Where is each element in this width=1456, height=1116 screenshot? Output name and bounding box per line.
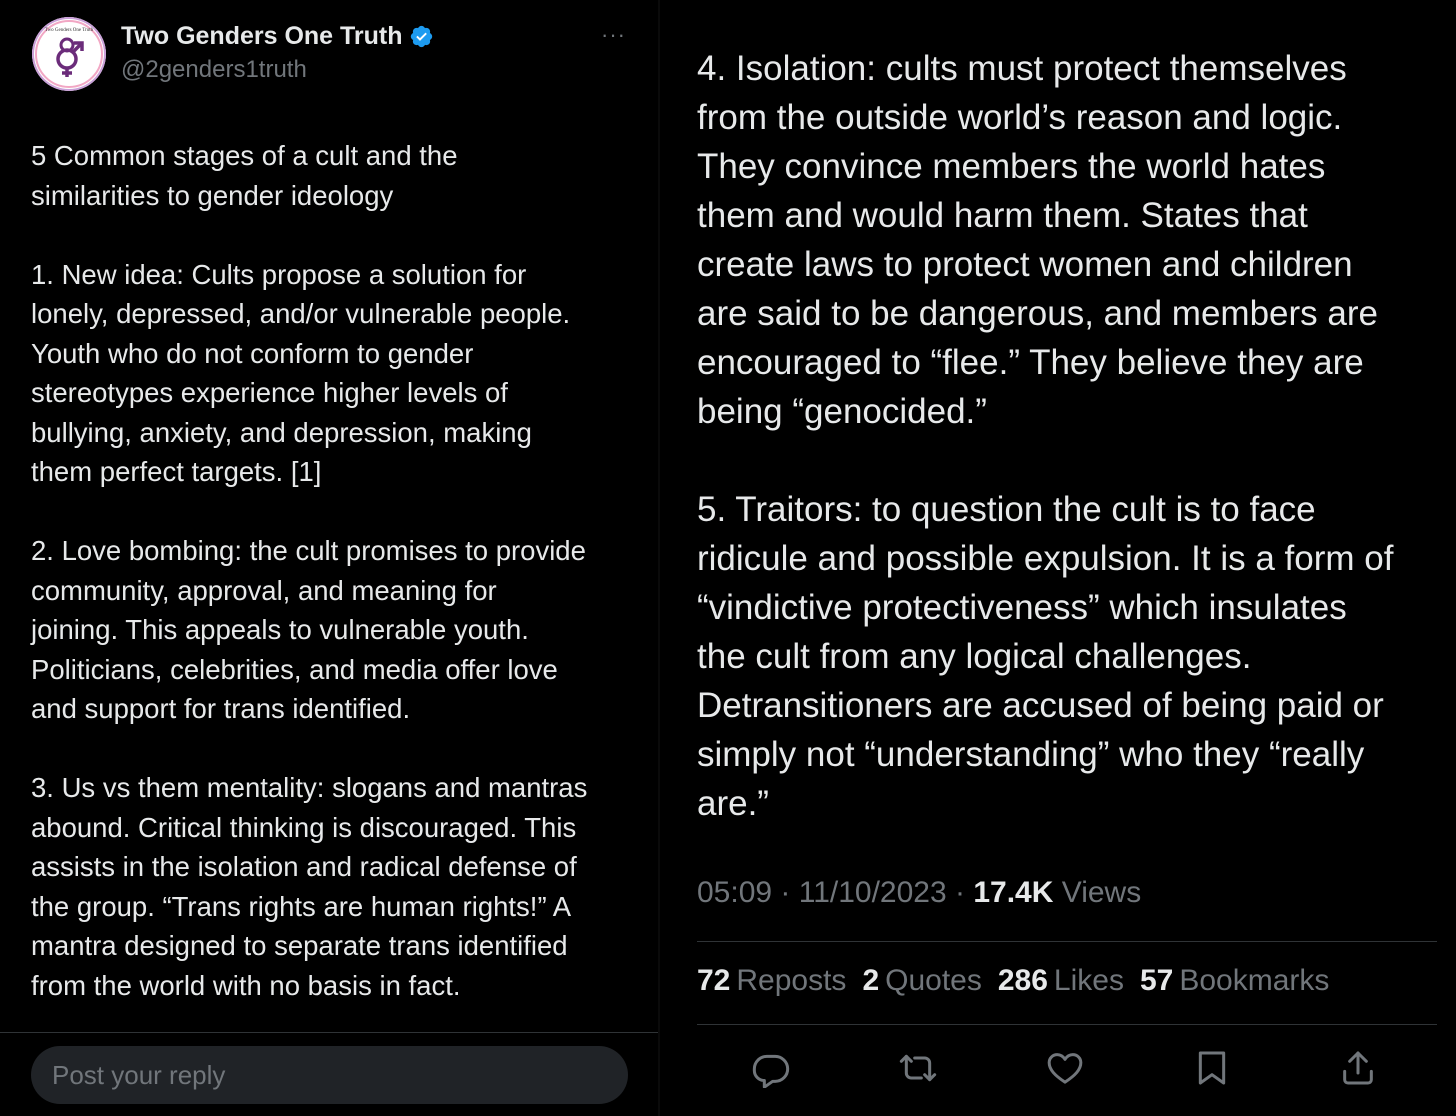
tweet-text-part-2: 4. Isolation: cults must protect themsel…: [697, 49, 1394, 823]
meta-separator: ·: [946, 876, 974, 909]
reply-input[interactable]: [50, 1058, 614, 1092]
display-name-text[interactable]: Two Genders One Truth: [121, 22, 403, 51]
share-button[interactable]: [1336, 1046, 1380, 1090]
bookmarks-label: Bookmarks: [1179, 964, 1330, 997]
bookmarks-stat[interactable]: 57 Bookmarks: [1140, 964, 1329, 998]
like-button[interactable]: [1043, 1046, 1087, 1090]
reply-button[interactable]: [749, 1046, 793, 1090]
quotes-count: 2: [862, 964, 880, 997]
tweet-meta: 05:09 · 11/10/2023 · 17.4K Views: [697, 876, 1141, 910]
bookmarks-count: 57: [1139, 964, 1174, 997]
avatar[interactable]: Two Genders One Truth: [32, 17, 106, 91]
views-count: 17.4K: [973, 876, 1054, 909]
views-label: Views: [1053, 876, 1142, 909]
quotes-stat[interactable]: 2 Quotes: [862, 964, 981, 998]
handle[interactable]: @2genders1truth: [121, 56, 307, 84]
display-name[interactable]: Two Genders One Truth: [121, 22, 434, 51]
tweet-panel-right: 4. Isolation: cults must protect themsel…: [660, 0, 1456, 1116]
reply-bubble-icon: [752, 1054, 790, 1088]
more-options-icon[interactable]: ···: [601, 22, 626, 48]
tweet-date[interactable]: 11/10/2023: [799, 876, 947, 909]
repost-button[interactable]: [896, 1046, 940, 1090]
meta-separator: ·: [772, 876, 799, 909]
likes-label: Likes: [1053, 964, 1124, 997]
tweet-panel-left: Two Genders One Truth Two Genders One Tr…: [0, 0, 658, 1116]
gender-symbol-icon: [56, 37, 84, 77]
repost-arrows-icon: [899, 1054, 937, 1082]
reposts-count: 72: [697, 964, 731, 997]
divider: [697, 941, 1437, 942]
tweet-time[interactable]: 05:09: [697, 876, 772, 909]
reply-box[interactable]: [31, 1046, 628, 1104]
reposts-stat[interactable]: 72 Reposts: [697, 964, 846, 998]
divider: [697, 1024, 1437, 1025]
bookmark-button[interactable]: [1190, 1046, 1234, 1090]
likes-stat[interactable]: 286 Likes: [998, 964, 1124, 998]
page: Two Genders One Truth Two Genders One Tr…: [0, 0, 1456, 1116]
verified-badge-icon: [410, 25, 432, 48]
tweet-text-part-1: 5 Common stages of a cult and the simila…: [31, 140, 588, 1001]
divider: [0, 1032, 658, 1033]
engagement-stats: 72 Reposts 2 Quotes 286 Likes 57 Bookmarks: [697, 964, 1329, 998]
reposts-label: Reposts: [736, 964, 847, 997]
heart-icon: [1047, 1053, 1083, 1084]
share-upload-icon: [1343, 1051, 1373, 1085]
bookmark-icon: [1198, 1051, 1226, 1085]
quotes-label: Quotes: [885, 964, 982, 997]
likes-count: 286: [997, 964, 1048, 997]
action-bar: [660, 1046, 1456, 1092]
